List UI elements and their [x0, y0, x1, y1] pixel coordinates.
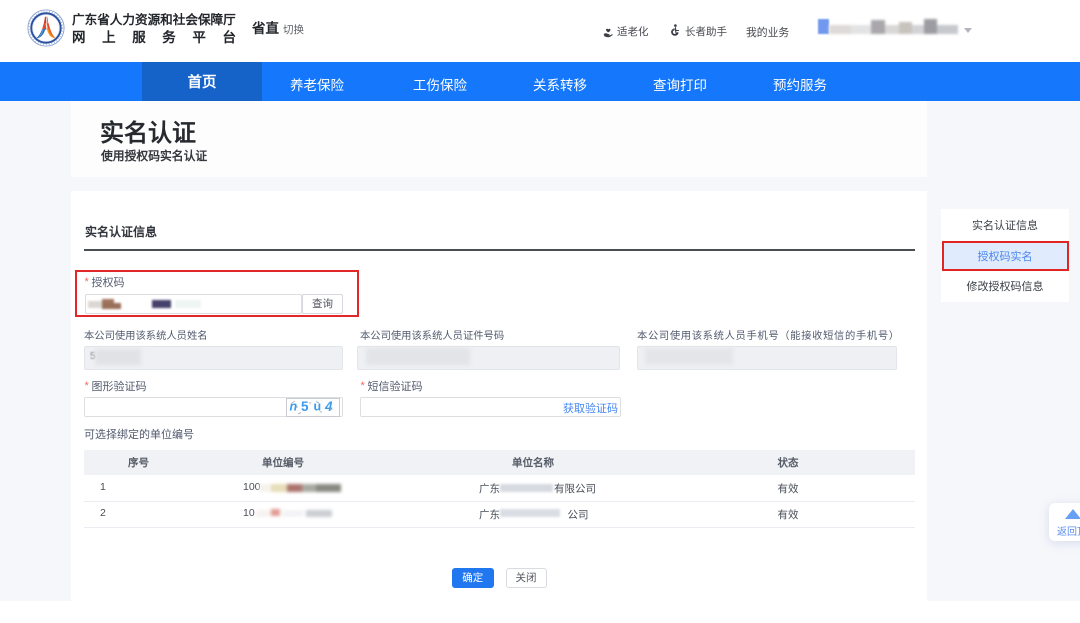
svg-text:u: u	[314, 399, 322, 413]
svg-text:5: 5	[301, 399, 309, 414]
svg-text:4: 4	[324, 399, 333, 414]
